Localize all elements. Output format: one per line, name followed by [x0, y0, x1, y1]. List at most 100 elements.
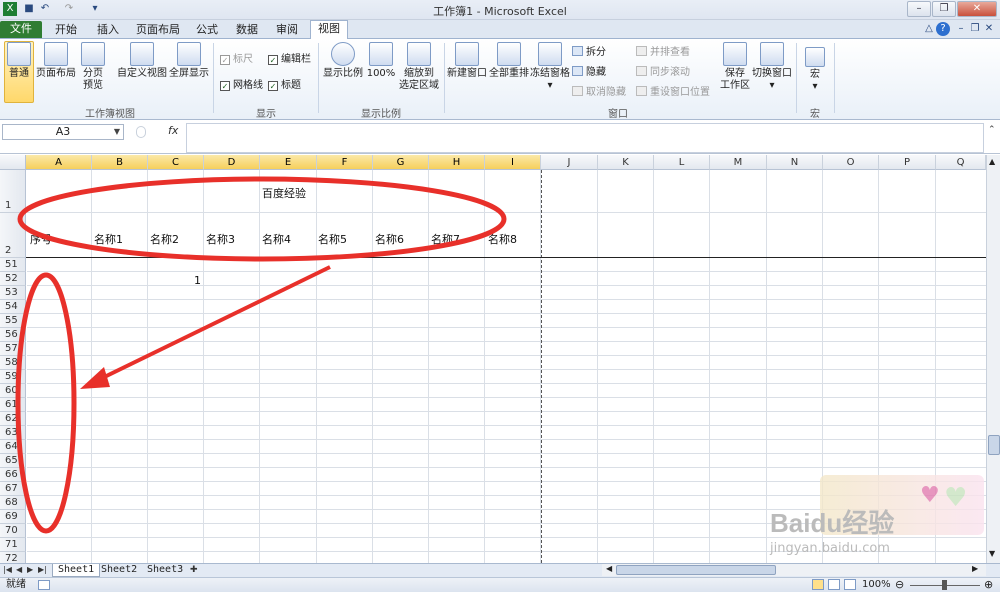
tab-view[interactable]: 视图 — [310, 20, 348, 40]
wb-close-icon[interactable]: ✕ — [982, 22, 996, 36]
formula-bar-splitter[interactable] — [136, 126, 146, 138]
save-workspace-label-2: 工作区 — [720, 80, 750, 91]
new-window-label: 新建窗口 — [447, 68, 487, 79]
switch-windows-label: 切换窗口 — [752, 68, 792, 79]
column-header[interactable]: L — [654, 155, 710, 170]
column-gridline — [597, 170, 598, 563]
close-button[interactable]: ✕ — [957, 1, 997, 17]
scroll-left-icon[interactable]: ◀ — [606, 564, 612, 573]
sheet-tab-3[interactable]: Sheet3 — [142, 564, 188, 577]
zoom-100-button[interactable]: 100% — [366, 42, 396, 80]
tab-insert[interactable]: 插入 — [92, 22, 124, 39]
vertical-scrollbar[interactable]: ▲ ▼ — [986, 155, 1000, 563]
macros-button[interactable]: 宏 ▾ — [800, 47, 830, 93]
zoom-in-icon[interactable]: ⊕ — [984, 578, 993, 592]
hide-button[interactable]: 隐藏 — [572, 66, 606, 79]
insert-function-button[interactable]: fx — [168, 124, 178, 137]
zoom-button[interactable]: 显示比例 — [322, 42, 364, 80]
sheet-tab-1[interactable]: Sheet1 — [52, 564, 101, 577]
page-break-status-icon[interactable] — [844, 579, 856, 590]
annotation-arrow-line — [91, 265, 331, 385]
scroll-up-icon[interactable]: ▲ — [989, 157, 995, 166]
custom-views-button[interactable]: 自定义视图 — [116, 42, 168, 80]
ruler-checkbox[interactable]: ✓ 标尺 — [220, 54, 253, 66]
new-window-button[interactable]: 新建窗口 — [446, 42, 488, 80]
wb-restore-icon[interactable]: ❐ — [968, 22, 982, 36]
full-screen-label: 全屏显示 — [169, 68, 209, 79]
unhide-icon — [572, 86, 583, 96]
group-separator — [796, 43, 797, 113]
tab-home[interactable]: 开始 — [50, 22, 82, 39]
insert-sheet-icon[interactable]: ✚ — [190, 565, 198, 575]
formula-bar-checkbox[interactable]: ✓ 编辑栏 — [268, 54, 311, 66]
name-box[interactable]: A3 ▼ — [2, 124, 124, 140]
magnifier-icon — [331, 42, 355, 66]
hscroll-thumb[interactable] — [616, 565, 776, 575]
column-header[interactable]: P — [879, 155, 936, 170]
normal-view-button[interactable]: 普通 — [4, 41, 34, 103]
zoom-selection-label-2: 选定区域 — [399, 80, 439, 91]
side-by-side-label: 并排查看 — [650, 47, 690, 58]
formula-input[interactable] — [186, 123, 984, 153]
page-layout-status-icon[interactable] — [828, 579, 840, 590]
group-label-macros: 宏 — [810, 109, 820, 120]
tab-page-layout[interactable]: 页面布局 — [134, 22, 182, 39]
horizontal-scrollbar[interactable]: ◀ ▶ — [602, 564, 986, 576]
zoom-level[interactable]: 100% — [862, 578, 891, 592]
minimize-button[interactable]: – — [907, 1, 931, 17]
sheet-tab-2[interactable]: Sheet2 — [96, 564, 142, 577]
restore-button[interactable]: ❐ — [932, 1, 956, 17]
prev-sheet-icon[interactable]: ◀ — [16, 565, 22, 574]
zoom-to-selection-button[interactable]: 缩放到 选定区域 — [398, 42, 440, 92]
column-header[interactable]: O — [823, 155, 879, 170]
zoom-out-icon[interactable]: ⊖ — [895, 578, 904, 592]
column-header[interactable]: K — [598, 155, 654, 170]
column-header[interactable]: M — [710, 155, 767, 170]
help-icon[interactable]: ? — [936, 22, 950, 36]
group-separator — [834, 43, 835, 113]
freeze-panes-icon — [538, 42, 562, 66]
tab-review[interactable]: 审阅 — [272, 22, 302, 39]
zoom-100-label: 100% — [366, 68, 396, 79]
scroll-right-icon[interactable]: ▶ — [972, 564, 978, 573]
side-by-side-icon — [636, 46, 647, 56]
expand-formula-icon[interactable]: ⌃ — [988, 125, 996, 135]
tab-file[interactable]: 文件 — [0, 21, 42, 38]
macro-record-icon[interactable] — [38, 580, 50, 590]
wb-minimize-icon[interactable]: – — [954, 22, 968, 36]
worksheet-grid[interactable]: ABCDEFGHIJKLMNOPQ 1 2 51 52 53 54 55 56 57 58 59 60… — [0, 155, 1000, 563]
freeze-panes-button[interactable]: 冻结窗格 ▾ — [530, 42, 570, 92]
column-header[interactable]: N — [767, 155, 823, 170]
custom-views-label: 自定义视图 — [117, 68, 167, 79]
last-sheet-icon[interactable]: ▶| — [38, 565, 47, 574]
normal-view-status-icon[interactable] — [812, 579, 824, 590]
column-header[interactable]: Q — [936, 155, 986, 170]
split-icon — [572, 46, 583, 56]
side-by-side-button[interactable]: 并排查看 — [636, 46, 690, 59]
sync-scroll-button[interactable]: 同步滚动 — [636, 66, 690, 79]
column-gridline — [653, 170, 654, 563]
reset-position-button[interactable]: 重设窗口位置 — [636, 86, 710, 99]
gridlines-checkbox[interactable]: ✓ 网格线 — [220, 80, 263, 92]
unhide-button[interactable]: 取消隐藏 — [572, 86, 626, 99]
page-break-preview-button[interactable]: 分页 预览 — [78, 42, 108, 92]
switch-windows-button[interactable]: 切换窗口 ▾ — [752, 42, 792, 92]
save-workspace-button[interactable]: 保存 工作区 — [718, 42, 752, 92]
split-button[interactable]: 拆分 — [572, 46, 606, 59]
arrange-all-button[interactable]: 全部重排 — [488, 42, 530, 80]
tab-formulas[interactable]: 公式 — [192, 22, 222, 39]
group-separator — [318, 43, 319, 113]
full-screen-button[interactable]: 全屏显示 — [168, 42, 210, 80]
tab-data[interactable]: 数据 — [232, 22, 262, 39]
scroll-thumb[interactable] — [988, 435, 1000, 455]
scroll-down-icon[interactable]: ▼ — [989, 549, 995, 558]
zoom-slider-thumb[interactable] — [942, 580, 947, 590]
sheet-tab-bar: |◀ ◀ ▶ ▶| Sheet1 Sheet2 Sheet3 ✚ ◀ ▶ — [0, 563, 1000, 577]
save-workspace-icon — [723, 42, 747, 66]
minimize-ribbon-icon[interactable]: △ — [922, 22, 936, 36]
page-layout-view-button[interactable]: 页面布局 — [36, 42, 76, 80]
headings-checkbox[interactable]: ✓ 标题 — [268, 80, 301, 92]
dropdown-arrow-icon[interactable]: ▼ — [114, 125, 120, 139]
next-sheet-icon[interactable]: ▶ — [27, 565, 33, 574]
first-sheet-icon[interactable]: |◀ — [3, 565, 12, 574]
